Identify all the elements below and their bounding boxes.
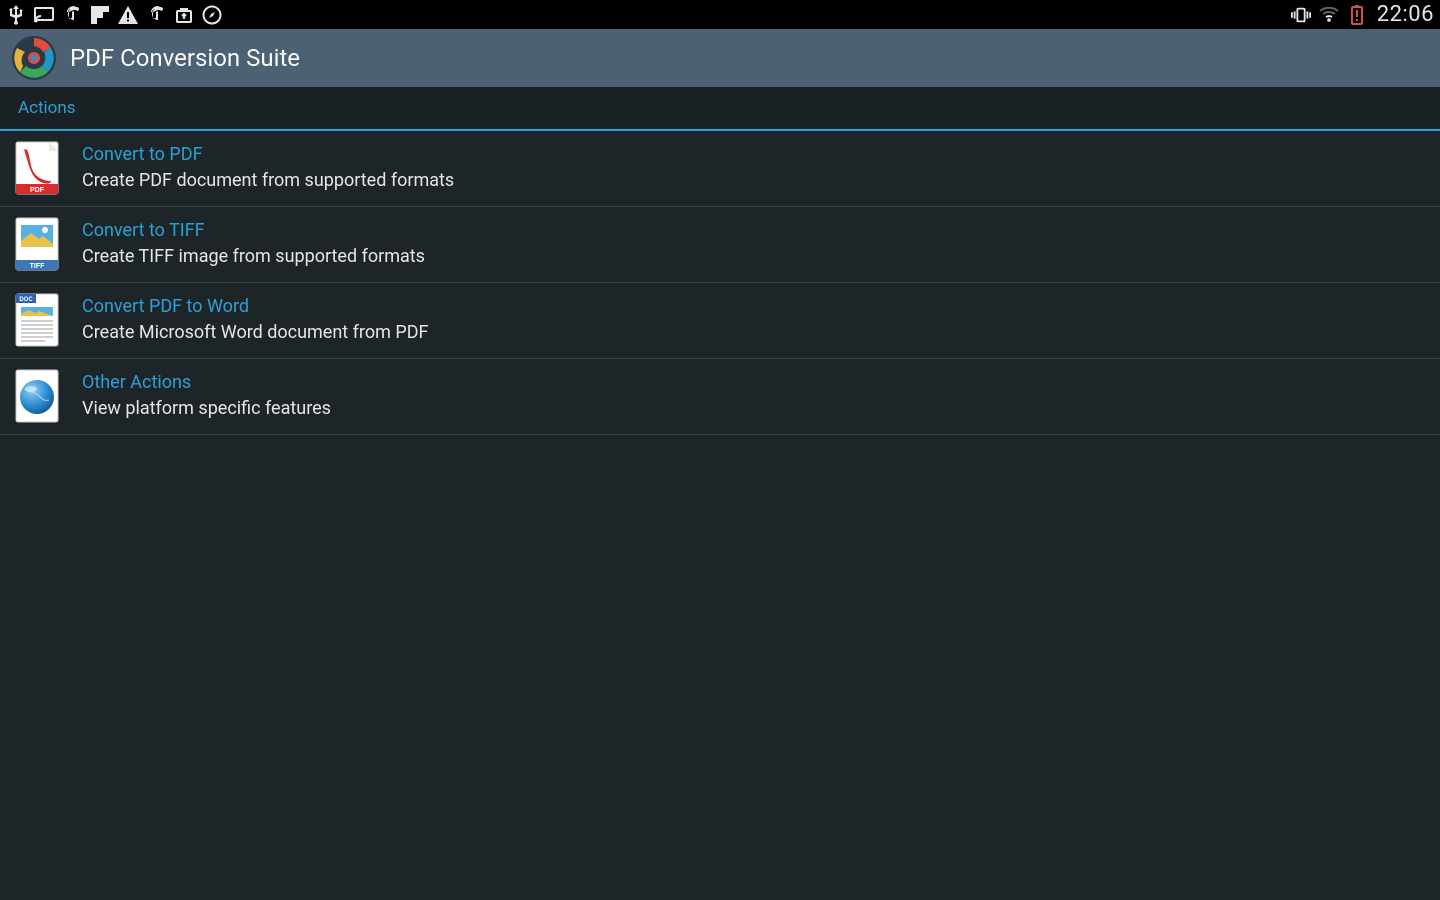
action-title: Convert PDF to Word [82, 296, 428, 318]
app-logo-icon [10, 34, 58, 82]
svg-text:TIFF: TIFF [30, 263, 45, 270]
actions-list: PDF Convert to PDF Create PDF document f… [0, 131, 1440, 435]
action-convert-to-tiff[interactable]: TIFF Convert to TIFF Create TIFF image f… [0, 207, 1440, 283]
action-title: Convert to PDF [82, 144, 454, 166]
nyt-icon [62, 5, 82, 25]
action-other-actions[interactable]: Other Actions View platform specific fea… [0, 359, 1440, 435]
app-bar: PDF Conversion Suite [0, 29, 1440, 87]
action-subtitle: Create Microsoft Word document from PDF [82, 322, 428, 344]
app-title: PDF Conversion Suite [70, 44, 300, 72]
action-text: Other Actions View platform specific fea… [82, 372, 331, 419]
action-text: Convert to TIFF Create TIFF image from s… [82, 220, 425, 267]
status-clock: 22:06 [1377, 2, 1434, 27]
status-left-group [6, 5, 222, 25]
compass-icon [202, 5, 222, 25]
action-subtitle: View platform specific features [82, 398, 331, 420]
doc-icon: DOC [14, 292, 60, 348]
status-bar: 22:06 [0, 0, 1440, 29]
action-text: Convert PDF to Word Create Microsoft Wor… [82, 296, 428, 343]
warning-icon [118, 5, 138, 25]
section-header-actions: Actions [0, 87, 1440, 131]
vibrate-icon [1291, 5, 1311, 25]
usb-icon [6, 5, 26, 25]
update-icon [174, 5, 194, 25]
wifi-icon [1319, 5, 1339, 25]
pdf-icon: PDF [14, 140, 60, 196]
status-right-group: 22:06 [1291, 2, 1434, 27]
action-title: Convert to TIFF [82, 220, 425, 242]
globe-icon [14, 368, 60, 424]
action-title: Other Actions [82, 372, 331, 394]
cast-icon [34, 5, 54, 25]
action-text: Convert to PDF Create PDF document from … [82, 144, 454, 191]
action-convert-pdf-to-word[interactable]: DOC Convert PDF to Word Create Microsoft… [0, 283, 1440, 359]
action-subtitle: Create TIFF image from supported formats [82, 246, 425, 268]
battery-alert-icon [1347, 5, 1367, 25]
flipboard-icon [90, 5, 110, 25]
tiff-icon: TIFF [14, 216, 60, 272]
section-header-label: Actions [18, 98, 76, 118]
svg-text:DOC: DOC [19, 297, 33, 303]
action-subtitle: Create PDF document from supported forma… [82, 170, 454, 192]
action-convert-to-pdf[interactable]: PDF Convert to PDF Create PDF document f… [0, 131, 1440, 207]
svg-text:PDF: PDF [30, 187, 45, 194]
nyt2-icon [146, 5, 166, 25]
